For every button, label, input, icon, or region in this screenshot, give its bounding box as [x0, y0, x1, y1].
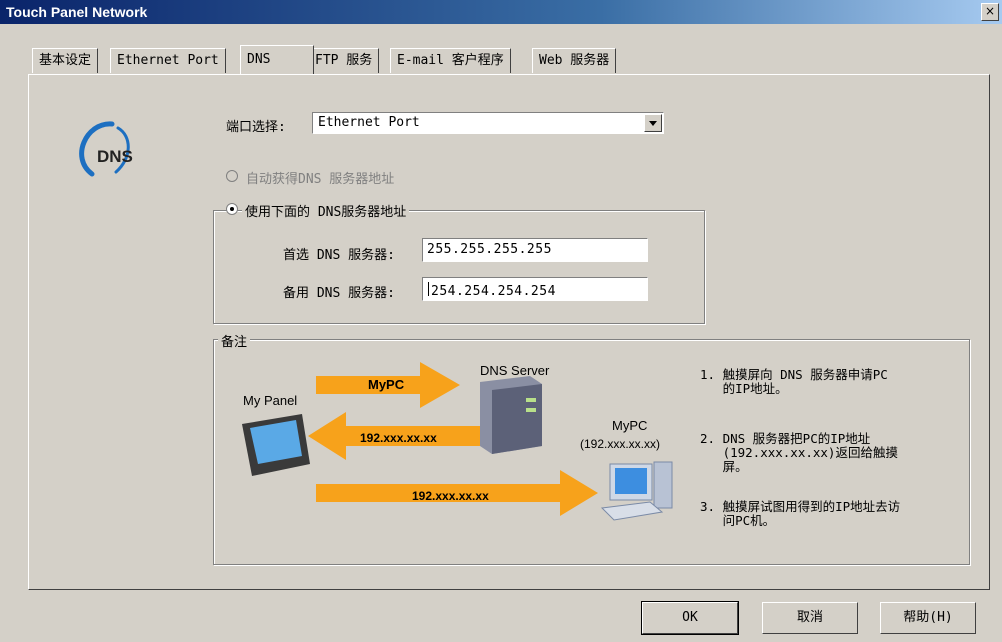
preferred-dns-input[interactable]: 255.255.255.255 — [422, 238, 648, 262]
help-button[interactable]: 帮助(H) — [880, 602, 976, 634]
tab-web-server[interactable]: Web 服务器 — [532, 48, 617, 73]
title-bar: Touch Panel Network × — [0, 0, 1002, 24]
my-panel-label: My Panel — [243, 393, 298, 408]
port-label: 端口选择: — [226, 120, 286, 135]
port-select-value: Ethernet Port — [318, 115, 420, 130]
touch-panel-icon — [242, 414, 310, 476]
tab-basic-settings[interactable]: 基本设定 — [32, 48, 99, 73]
close-button[interactable]: × — [981, 3, 999, 21]
arrow1-label: MyPC — [368, 377, 405, 392]
radio-manual-dns-label: 使用下面的 DNS服务器地址 — [242, 201, 410, 220]
radio-auto-dns[interactable] — [226, 170, 238, 182]
logo-text: DNS — [97, 147, 133, 166]
alternate-dns-label: 备用 DNS 服务器: — [283, 286, 395, 301]
notes-legend: 备注 — [218, 331, 251, 350]
mypc-ip-label: (192.xxx.xx.xx) — [580, 437, 661, 451]
pc-icon — [600, 461, 673, 521]
ok-button[interactable]: OK — [641, 601, 739, 635]
close-icon: × — [984, 4, 996, 18]
dropdown-arrow-icon[interactable] — [644, 114, 662, 132]
arrow3-label: 192.xxx.xx.xx — [412, 489, 489, 503]
dns-server-label: DNS Server — [480, 363, 550, 378]
mypc-label: MyPC — [612, 418, 648, 433]
server-icon — [480, 376, 542, 454]
alternate-dns-input[interactable]: 254.254.254.254 — [422, 277, 648, 301]
preferred-dns-label: 首选 DNS 服务器: — [283, 248, 395, 263]
tab-dns[interactable]: DNS — [240, 45, 314, 74]
dns-logo: DNS — [72, 118, 148, 182]
radio-manual-dns[interactable] — [226, 203, 238, 215]
note-step-3: 3. 触摸屏试图用得到的IP地址去访 问PC机。 — [700, 499, 901, 528]
window-title: Touch Panel Network — [6, 4, 148, 20]
note-step-1: 1. 触摸屏向 DNS 服务器申请PC 的IP地址。 — [700, 367, 888, 396]
text-caret — [428, 281, 429, 296]
port-select[interactable]: Ethernet Port — [312, 112, 664, 134]
note-step-2: 2. DNS 服务器把PC的IP地址 (192.xxx.xx.xx)返回给触摸 … — [700, 431, 898, 474]
cancel-button[interactable]: 取消 — [762, 602, 858, 634]
arrow2-label: 192.xxx.xx.xx — [360, 431, 437, 445]
dns-diagram — [242, 362, 673, 521]
tab-ethernet-port[interactable]: Ethernet Port — [110, 48, 226, 73]
manual-dns-group — [213, 210, 705, 324]
tab-ftp[interactable]: FTP 服务 — [308, 48, 380, 73]
tab-email[interactable]: E-mail 客户程序 — [390, 48, 511, 73]
radio-auto-dns-label: 自动获得DNS 服务器地址 — [246, 172, 395, 187]
